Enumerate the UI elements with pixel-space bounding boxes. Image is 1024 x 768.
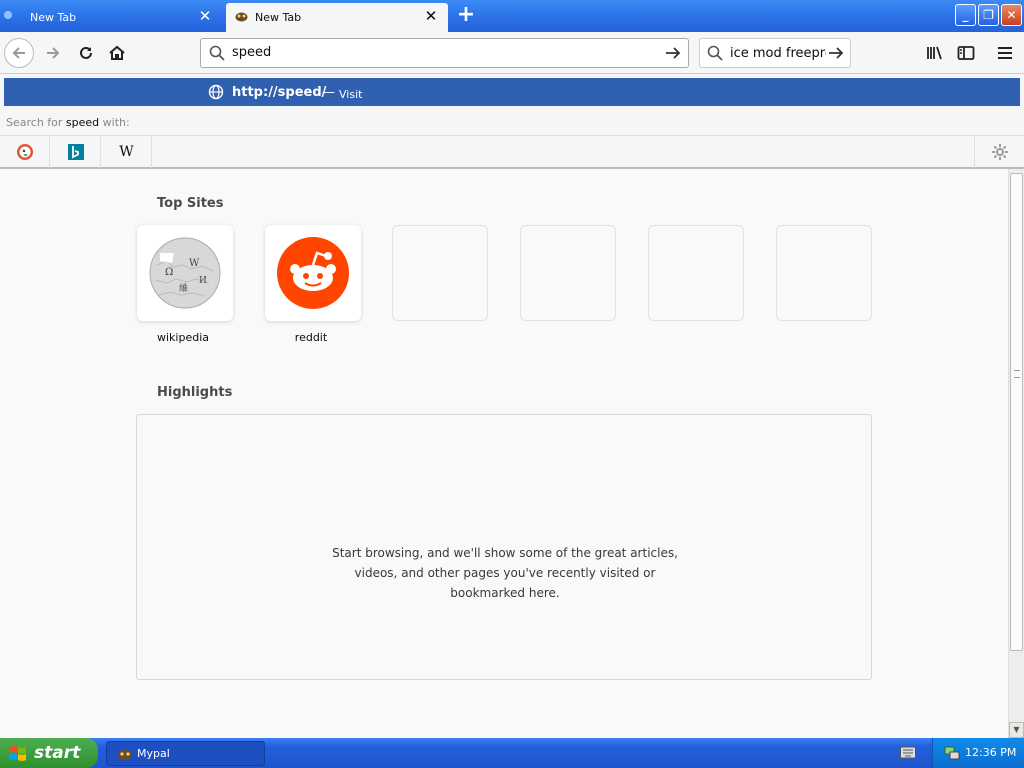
back-button[interactable] — [4, 38, 34, 68]
url-input[interactable] — [232, 45, 652, 60]
search-input[interactable] — [730, 46, 826, 61]
popup-action: Visit — [339, 88, 363, 101]
start-button[interactable]: start — [0, 738, 98, 768]
arrow-left-icon — [12, 47, 25, 59]
search-icon — [707, 45, 723, 61]
top-site-tile-empty[interactable] — [520, 225, 616, 321]
taskbar-window-mypal[interactable]: Mypal — [106, 741, 265, 766]
go-arrow-icon[interactable] — [827, 45, 845, 61]
top-site-label: wikipedia — [156, 331, 209, 344]
search-with-label: Search for speed with: — [6, 116, 130, 129]
highlights-empty-state: Start browsing, and we'll show some of t… — [136, 414, 872, 680]
popup-separator: — — [322, 85, 335, 100]
mypal-favicon-icon — [235, 12, 248, 22]
go-arrow-icon[interactable] — [664, 45, 682, 61]
reload-button[interactable] — [71, 38, 101, 68]
scrollbar-grip-icon — [1014, 370, 1020, 378]
reload-icon — [80, 46, 92, 59]
popup-url: http://speed/ — [232, 85, 327, 100]
wikipedia-globe-icon: Ω W И 維 — [149, 237, 221, 309]
keyboard-icon[interactable] — [900, 746, 916, 759]
home-button[interactable] — [102, 38, 132, 68]
top-site-tile-empty[interactable] — [648, 225, 744, 321]
top-site-tile-empty[interactable] — [392, 225, 488, 321]
scrollbar-thumb[interactable] — [1010, 173, 1023, 651]
hamburger-menu-icon — [998, 47, 1012, 59]
tab-label: New Tab — [255, 11, 302, 24]
svg-text:Ω: Ω — [165, 267, 173, 278]
top-site-tile-reddit[interactable] — [265, 225, 361, 321]
network-icon[interactable] — [943, 744, 961, 762]
bing-icon — [67, 144, 84, 160]
windows-logo-icon — [9, 746, 26, 761]
mypal-icon — [118, 750, 132, 760]
duckduckgo-icon — [16, 144, 33, 160]
search-term: speed — [65, 116, 100, 129]
library-button[interactable] — [920, 38, 950, 68]
arrow-right-icon — [47, 47, 60, 59]
vertical-scrollbar[interactable]: ▼ — [1008, 169, 1024, 738]
gear-icon — [991, 144, 1008, 160]
tab-new-tab-1[interactable]: New Tab ✕ — [0, 3, 222, 32]
library-icon — [927, 46, 942, 60]
engine-wikipedia[interactable]: W — [102, 136, 152, 168]
new-tab-page: Top Sites Ω W И 維 wikipedia reddit Highl… — [0, 169, 1008, 738]
top-site-tile-empty[interactable] — [776, 225, 872, 321]
search-icon — [209, 45, 225, 61]
highlights-empty-message: Start browsing, and we'll show some of t… — [332, 546, 678, 600]
wikipedia-icon: W — [119, 144, 134, 160]
start-label: start — [34, 743, 81, 763]
forward-button[interactable] — [38, 38, 68, 68]
close-icon[interactable]: ✕ — [424, 9, 438, 24]
search-settings-button[interactable] — [974, 136, 1024, 168]
top-sites-heading: Top Sites — [157, 196, 224, 211]
system-tray: 12:36 PM — [932, 738, 1024, 768]
top-site-tile-wikipedia[interactable]: Ω W И 維 — [137, 225, 233, 321]
home-icon — [109, 45, 125, 60]
visit-url-row[interactable]: http://speed/ — Visit — [4, 78, 1020, 106]
tab-label: New Tab — [30, 11, 77, 24]
globe-icon — [208, 84, 224, 100]
menu-button[interactable] — [990, 38, 1020, 68]
svg-text:W: W — [189, 258, 200, 269]
new-tab-button[interactable]: + — [456, 4, 476, 26]
svg-text:維: 維 — [179, 282, 188, 294]
scroll-down-button[interactable]: ▼ — [1009, 722, 1024, 738]
engine-duckduckgo[interactable] — [0, 136, 50, 168]
highlights-heading: Highlights — [157, 385, 233, 400]
navigation-toolbar — [0, 32, 1024, 74]
taskbar-window-label: Mypal — [137, 747, 170, 760]
clock[interactable]: 12:36 PM — [965, 746, 1016, 759]
search-engines-row: W — [0, 135, 1024, 168]
address-bar[interactable] — [200, 38, 689, 68]
search-bar[interactable] — [699, 38, 851, 68]
tab-favicon-icon — [4, 11, 12, 19]
url-autocomplete-popup: http://speed/ — Visit Search for speed w… — [0, 74, 1024, 169]
close-window-button[interactable]: ✕ — [1001, 4, 1022, 26]
sidebar-icon — [957, 46, 975, 60]
sidebar-button[interactable] — [951, 38, 981, 68]
windows-taskbar: start Mypal 12:36 PM — [0, 738, 1024, 768]
svg-text:И: И — [199, 276, 207, 286]
restore-button[interactable]: ❐ — [978, 4, 999, 26]
tab-new-tab-2[interactable]: New Tab ✕ — [226, 3, 448, 32]
minimize-button[interactable]: _ — [955, 4, 976, 26]
top-site-label: reddit — [294, 331, 328, 344]
tab-strip: New Tab ✕ New Tab ✕ + _ ❐ ✕ — [0, 0, 1024, 32]
close-icon[interactable]: ✕ — [198, 9, 212, 24]
reddit-icon — [277, 237, 349, 309]
engine-bing[interactable] — [51, 136, 101, 168]
